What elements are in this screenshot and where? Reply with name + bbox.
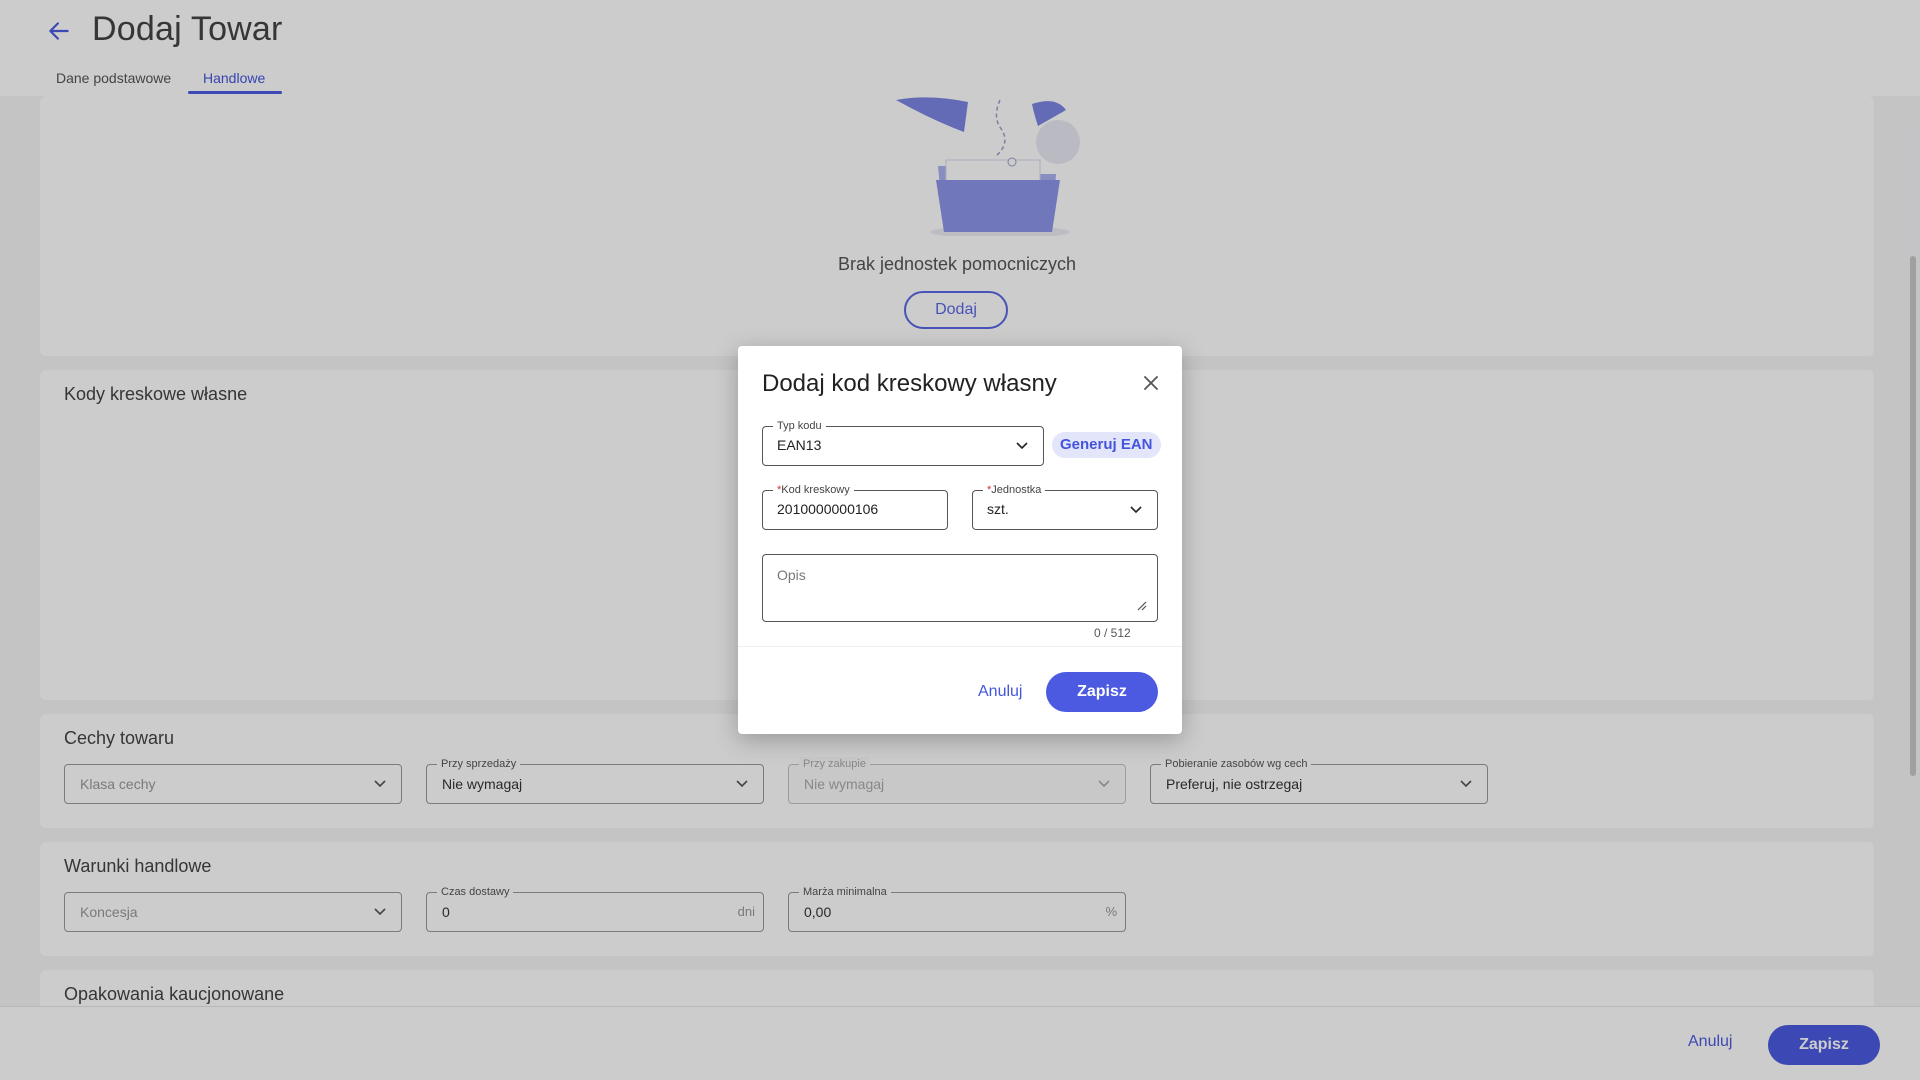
dialog-save-button[interactable]: Zapisz [1046, 672, 1158, 712]
chevron-down-icon [1016, 442, 1028, 450]
unit-select[interactable]: *Jednostka szt. [972, 483, 1158, 530]
character-counter: 0 / 512 [1094, 626, 1131, 640]
barcode-label-text: Kod kreskowy [781, 484, 850, 496]
barcode-input[interactable]: *Kod kreskowy 2010000000106 [762, 483, 948, 530]
page-scrollbar[interactable] [1910, 256, 1916, 776]
unit-label-text: Jednostka [991, 484, 1042, 496]
generate-ean-button[interactable]: Generuj EAN [1052, 432, 1161, 458]
barcode-value: 2010000000106 [777, 501, 879, 517]
dialog-cancel-button[interactable]: Anuluj [978, 683, 1022, 701]
code-type-select[interactable]: Typ kodu EAN13 [762, 419, 1044, 466]
code-type-value: EAN13 [777, 437, 822, 453]
resize-handle-icon[interactable] [1135, 599, 1147, 611]
dialog-divider [738, 646, 1182, 647]
add-barcode-dialog: Dodaj kod kreskowy własny Typ kodu EAN13… [738, 346, 1182, 734]
barcode-label: *Kod kreskowy [773, 483, 854, 497]
unit-value: szt. [987, 501, 1009, 517]
close-icon[interactable] [1140, 372, 1162, 394]
unit-label: *Jednostka [983, 483, 1046, 497]
dialog-title: Dodaj kod kreskowy własny [762, 370, 1057, 397]
code-type-label: Typ kodu [773, 419, 826, 433]
chevron-down-icon [1130, 506, 1142, 514]
description-placeholder: Opis [777, 567, 806, 583]
description-textarea[interactable]: Opis [762, 554, 1158, 622]
